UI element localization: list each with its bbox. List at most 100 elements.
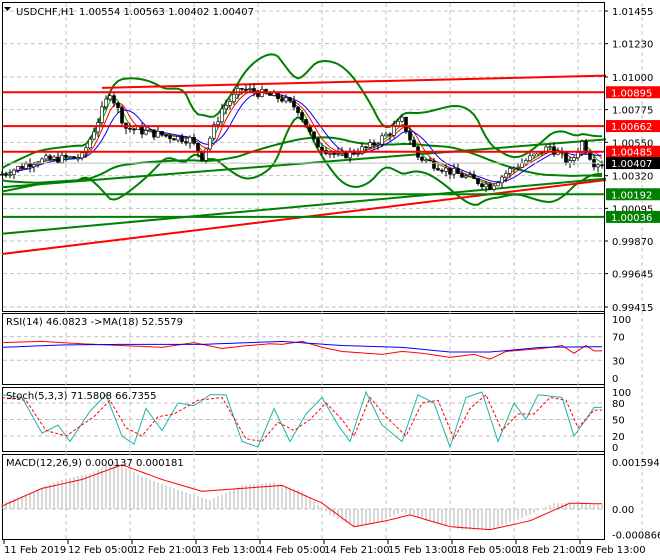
candle-body <box>384 133 388 137</box>
stoch-tick-label: 0 <box>612 443 618 454</box>
candle-body <box>472 174 476 179</box>
price-tick-label: 1.01000 <box>612 73 653 84</box>
candle-body <box>528 155 532 161</box>
candle-body <box>28 163 32 168</box>
candle-body <box>368 142 372 148</box>
candle-body <box>48 155 52 160</box>
candle-body <box>572 157 576 161</box>
candle-body <box>436 168 440 171</box>
stoch-tick-label: 100 <box>612 388 631 399</box>
candle-body <box>56 156 60 163</box>
candle-body <box>168 135 172 139</box>
time-tick-label: 12 Feb 21:00 <box>132 545 198 556</box>
candle-body <box>288 97 292 102</box>
candle-body <box>232 93 236 102</box>
candle-body <box>156 131 160 138</box>
candle-body <box>432 160 436 169</box>
candle-body <box>216 121 220 125</box>
candle-body <box>64 154 68 158</box>
candle-body <box>460 173 464 178</box>
rsi-title: RSI(14) 46.0823 ->MA(18) 52.5579 <box>6 317 183 328</box>
candle-body <box>600 164 604 167</box>
price-tick-label: 0.99415 <box>612 303 653 314</box>
candle-body <box>248 88 252 90</box>
candle-body <box>564 152 568 164</box>
candle-body <box>112 95 116 104</box>
chart-canvas[interactable]: 1.014551.012301.010001.007751.005501.003… <box>0 0 660 560</box>
candle-body <box>16 166 20 171</box>
price-level-label: 1.00895 <box>611 88 652 99</box>
candle-body <box>428 159 432 162</box>
time-tick-label: 18 Feb 21:00 <box>516 545 582 556</box>
candle-body <box>276 92 280 100</box>
candle-body <box>120 107 124 124</box>
price-tick-label: 0.99645 <box>612 270 653 281</box>
candle-body <box>36 163 40 165</box>
rsi-tick-label: 0 <box>612 374 618 385</box>
candle-body <box>160 131 164 136</box>
candle-body <box>44 155 48 160</box>
candle-body <box>320 146 324 151</box>
time-tick-label: 12 Feb 05:00 <box>68 545 134 556</box>
rsi-tick-label: 70 <box>612 333 625 344</box>
candle-body <box>516 167 520 169</box>
candle-body <box>496 182 500 187</box>
candle-body <box>116 102 120 108</box>
candle-body <box>336 153 340 155</box>
candle-body <box>164 134 168 137</box>
price-tick-label: 0.99870 <box>612 237 653 248</box>
candle-body <box>444 167 448 172</box>
candle-body <box>4 174 8 176</box>
time-tick-label: 14 Feb 21:00 <box>324 545 390 556</box>
candle-body <box>136 126 140 130</box>
candle-body <box>476 178 480 185</box>
candle-body <box>576 152 580 158</box>
price-tick-label: 1.00775 <box>612 106 653 117</box>
candle-body <box>148 129 152 132</box>
candle-body <box>364 146 368 148</box>
time-tick-label: 11 Feb 2019 <box>4 545 66 556</box>
symbol-label: USDCHF,H1 <box>16 7 75 18</box>
candle-body <box>504 173 508 178</box>
candle-body <box>520 162 524 168</box>
candle-body <box>372 142 376 146</box>
candle-body <box>152 129 156 138</box>
candle-body <box>72 156 76 159</box>
candle-body <box>280 98 284 102</box>
candle-body <box>96 122 100 133</box>
candle-body <box>488 183 492 190</box>
stoch-tick-label: 50 <box>612 416 625 427</box>
candle-body <box>392 125 396 136</box>
candle-body <box>92 131 96 140</box>
candle-body <box>480 183 484 188</box>
candle-body <box>316 138 320 148</box>
candle-body <box>176 136 180 141</box>
candle-body <box>464 175 468 178</box>
time-tick-label: 15 Feb 13:00 <box>388 545 454 556</box>
time-tick-label: 19 Feb 13:00 <box>580 545 646 556</box>
price-level-label: 1.00036 <box>611 213 652 224</box>
candle-body <box>448 167 452 175</box>
candle-body <box>512 167 516 170</box>
rsi-tick-label: 30 <box>612 356 625 367</box>
candle-body <box>100 106 104 123</box>
candle-body <box>484 183 488 188</box>
candle-body <box>468 174 472 177</box>
candle-body <box>240 88 244 90</box>
dropdown-triangle-icon[interactable] <box>4 7 11 11</box>
candle-body <box>184 141 188 144</box>
candle-body <box>508 168 512 174</box>
candle-body <box>268 92 272 96</box>
main-price-pane <box>0 53 607 256</box>
candle-body <box>180 136 184 142</box>
candle-body <box>224 104 228 110</box>
candle-body <box>596 164 600 168</box>
ohlc-values: 1.00554 1.00563 1.00402 1.00407 <box>79 7 254 18</box>
price-tick-label: 1.01230 <box>612 40 653 51</box>
candle-body <box>12 169 16 175</box>
candle-body <box>24 163 28 169</box>
candle-body <box>20 166 24 169</box>
macd-tick-label: -0.000866 <box>612 531 660 542</box>
candle-body <box>228 101 232 106</box>
candle-body <box>128 128 132 130</box>
